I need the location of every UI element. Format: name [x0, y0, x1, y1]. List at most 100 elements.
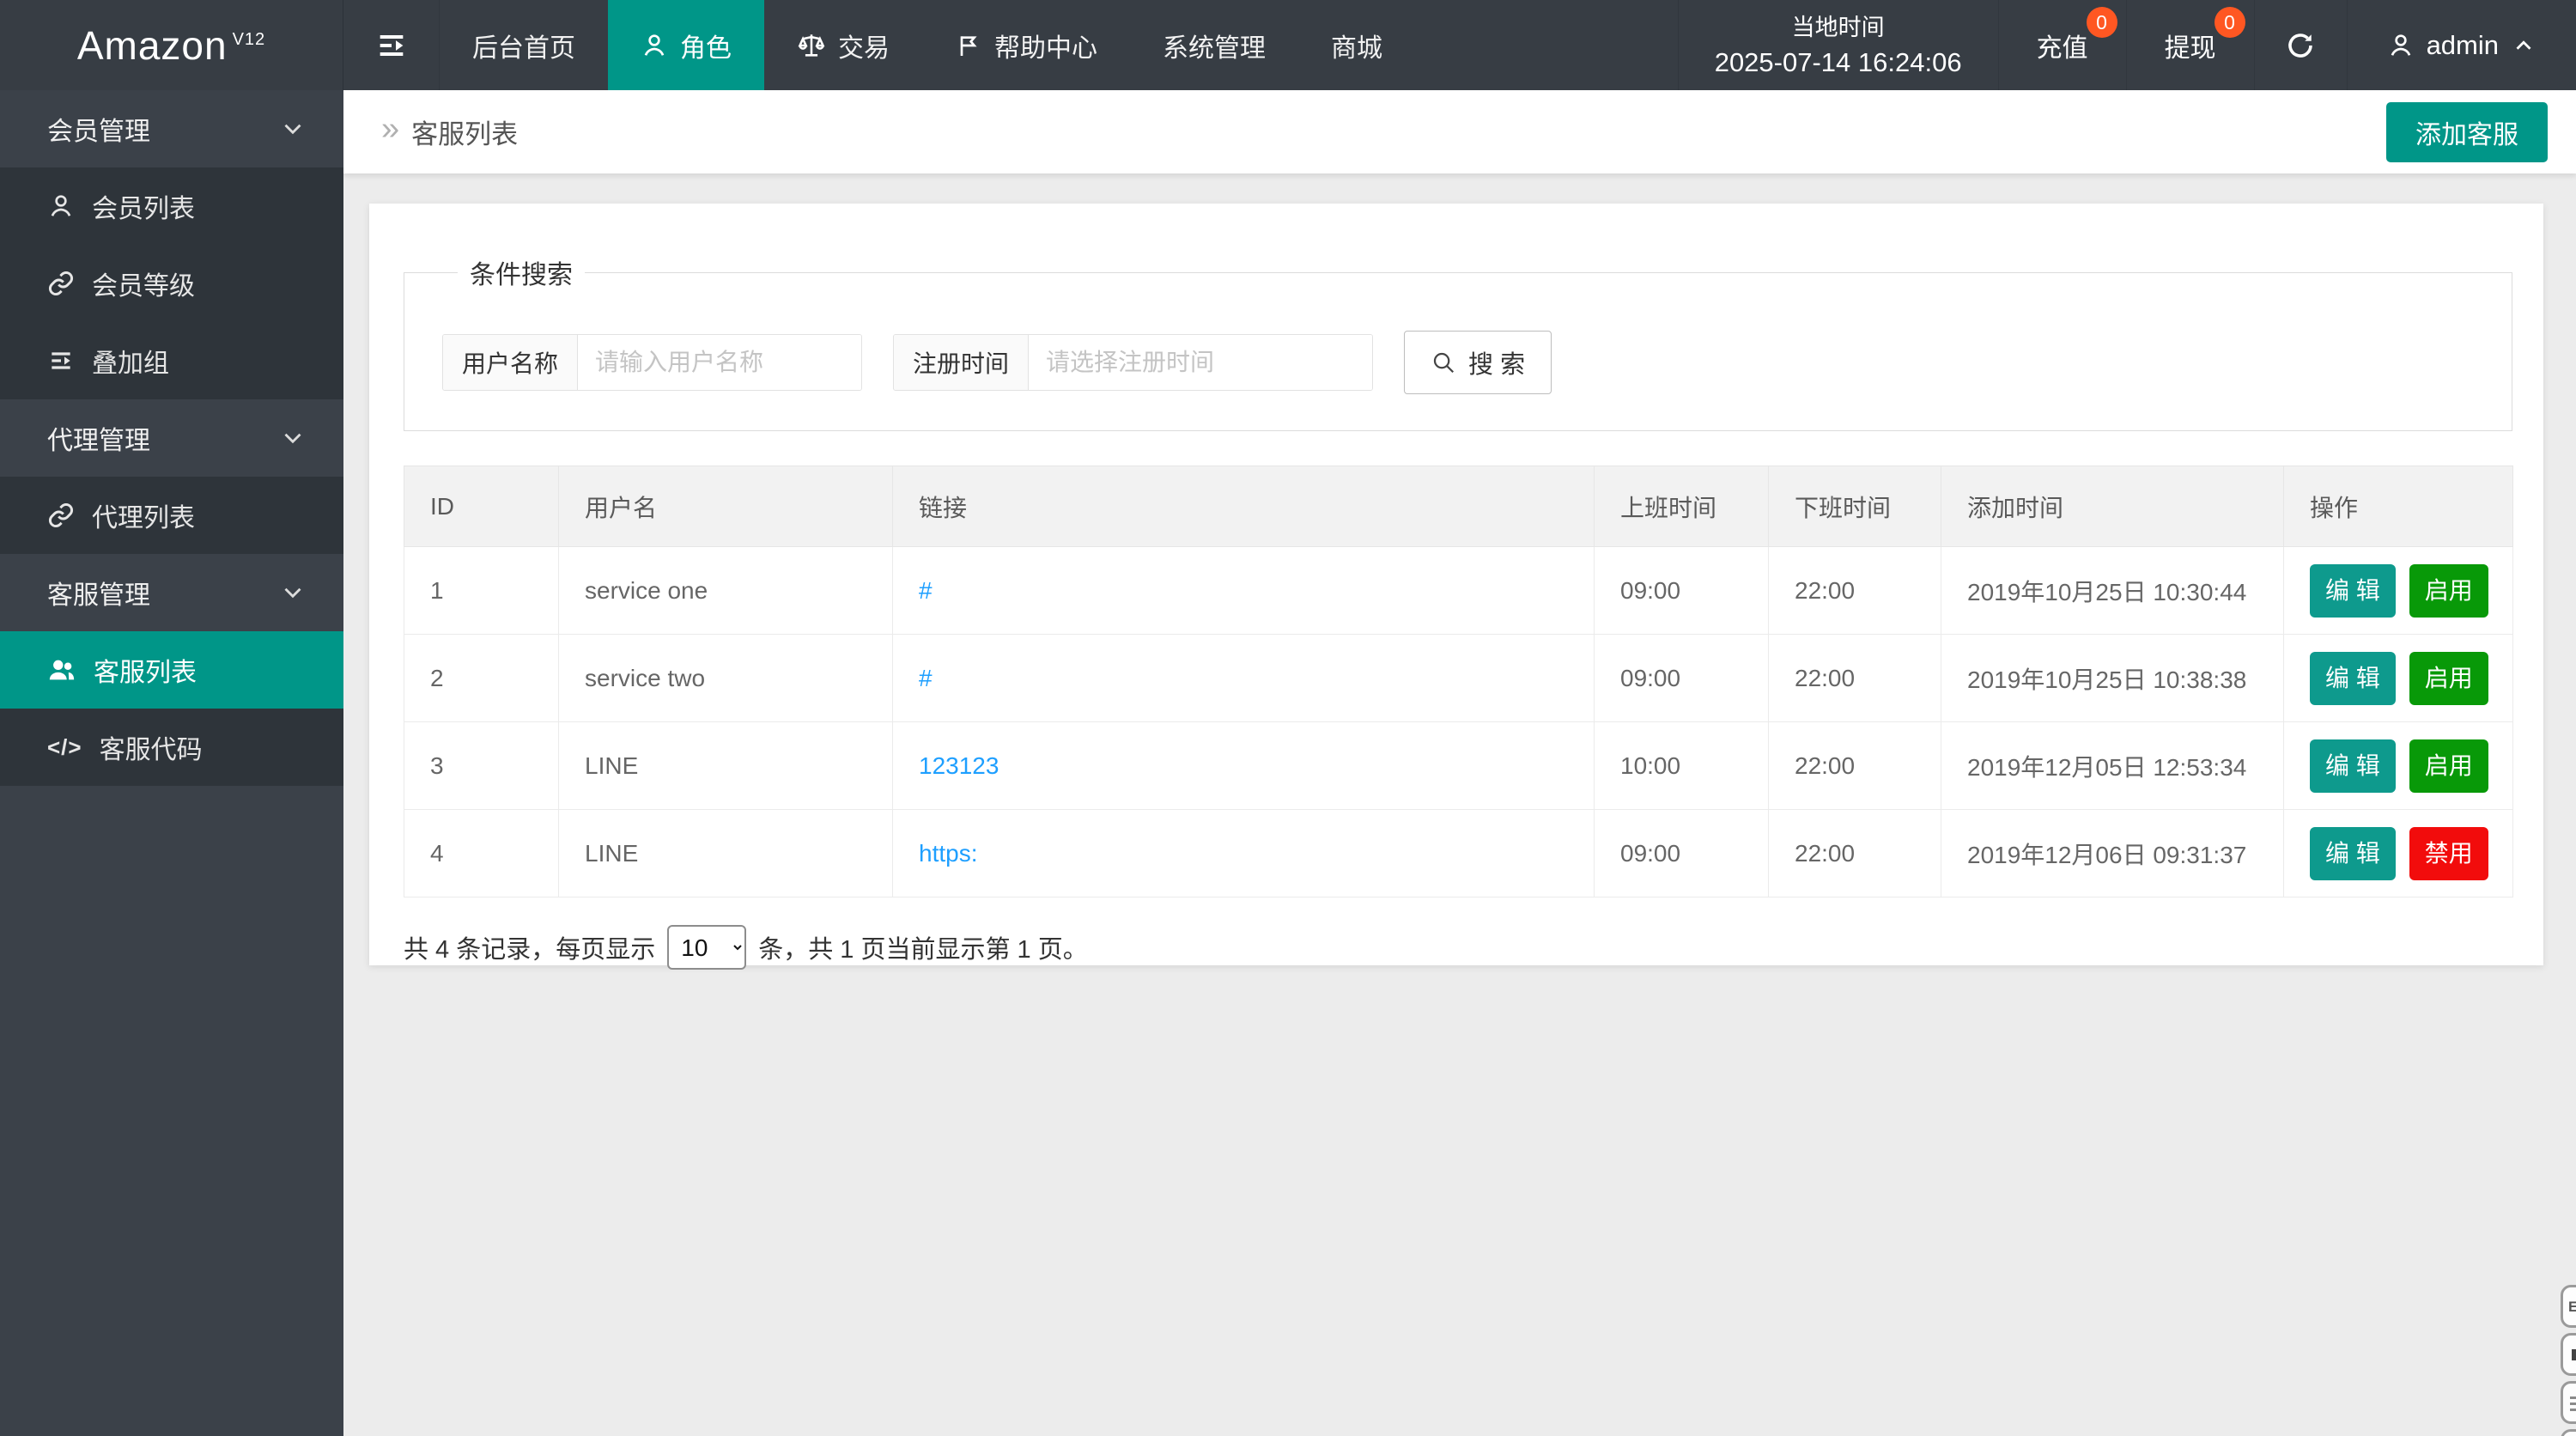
- cell-start-time: 09:00: [1594, 809, 1769, 898]
- nav-item-label: 帮助中心: [994, 33, 1097, 63]
- cell-username: LINE: [558, 721, 893, 810]
- withdraw-button[interactable]: 提现 0: [2127, 0, 2255, 90]
- search-icon: [1433, 352, 1455, 374]
- sidebar: 会员管理 会员列表 会员等级 叠加组 代理管理 代理列表 客服管理 客服列表 <…: [0, 90, 343, 1436]
- recharge-button[interactable]: 充值 0: [1999, 0, 2127, 90]
- sidebar-item-label: 代理列表: [92, 504, 195, 532]
- sidebar-item-service-list[interactable]: 客服列表: [0, 631, 343, 709]
- nav-item-trade[interactable]: 交易: [764, 0, 922, 90]
- sidebar-group-label: 会员管理: [47, 118, 150, 146]
- search-legend: 条件搜索: [470, 261, 573, 289]
- recharge-badge: 0: [2086, 7, 2117, 38]
- enable-button[interactable]: 启用: [2409, 563, 2488, 618]
- sidebar-item-member-level[interactable]: 会员等级: [0, 245, 343, 322]
- cell-end-time: 22:00: [1768, 809, 1941, 898]
- sidebar-item-service-code[interactable]: </> 客服代码: [0, 709, 343, 786]
- sidebar-item-label: 会员列表: [92, 195, 195, 223]
- chevron-up-icon: [2516, 40, 2531, 50]
- col-header-id: ID: [404, 465, 559, 547]
- widget-extra-button[interactable]: [2561, 1429, 2576, 1436]
- nav-item-dashboard[interactable]: 后台首页: [440, 0, 608, 90]
- logo-name: Amazon: [76, 22, 228, 68]
- service-link[interactable]: https:: [919, 840, 977, 867]
- top-navbar: Amazon V12 后台首页 角色 交易 帮助中心 系统管理 商城 当地时间 2…: [0, 0, 2576, 90]
- edit-button[interactable]: 编 辑: [2310, 563, 2396, 618]
- code-icon: </>: [47, 733, 82, 760]
- service-list-card: 条件搜索 用户名称 注册时间 搜 索: [369, 204, 2543, 970]
- sidebar-group-agents[interactable]: 代理管理: [0, 399, 343, 477]
- username-input[interactable]: [578, 335, 862, 390]
- breadcrumb-chevrons-icon: »: [381, 111, 400, 147]
- cell-added-time: 2019年10月25日 10:38:38: [1941, 634, 2284, 722]
- disable-button[interactable]: 禁用: [2409, 826, 2488, 880]
- cell-added-time: 2019年12月06日 09:31:37: [1941, 809, 2284, 898]
- enable-button[interactable]: 启用: [2409, 739, 2488, 793]
- service-link[interactable]: #: [919, 577, 933, 604]
- users-icon: [49, 660, 75, 680]
- cell-start-time: 09:00: [1594, 546, 1769, 635]
- sidebar-toggle-button[interactable]: [343, 0, 440, 90]
- sidebar-item-agent-list[interactable]: 代理列表: [0, 477, 343, 554]
- link-icon: [49, 503, 73, 527]
- withdraw-badge: 0: [2214, 7, 2245, 38]
- nav-item-label: 交易: [838, 33, 890, 63]
- translate-widget-button[interactable]: EN: [2561, 1285, 2576, 1328]
- cell-added-time: 2019年12月05日 12:53:34: [1941, 721, 2284, 810]
- sidebar-group-members[interactable]: 会员管理: [0, 90, 343, 167]
- edit-button[interactable]: 编 辑: [2310, 651, 2396, 705]
- nav-item-roles[interactable]: 角色: [608, 0, 764, 90]
- col-header-link: 链接: [892, 465, 1595, 547]
- breadcrumb-bar: » 客服列表 添加客服: [343, 90, 2576, 173]
- service-link[interactable]: #: [919, 665, 933, 691]
- cell-end-time: 22:00: [1768, 634, 1941, 722]
- cell-start-time: 09:00: [1594, 634, 1769, 722]
- service-table: ID 用户名 链接 上班时间 下班时间 添加时间 操作 1 service on…: [404, 465, 2513, 898]
- service-link[interactable]: 123123: [919, 752, 999, 779]
- sidebar-item-member-list[interactable]: 会员列表: [0, 167, 343, 245]
- user-menu[interactable]: admin: [2348, 0, 2576, 90]
- search-fieldset: 条件搜索 用户名称 注册时间 搜 索: [404, 253, 2512, 431]
- nav-item-label: 商城: [1331, 33, 1382, 63]
- cell-start-time: 10:00: [1594, 721, 1769, 810]
- page-size-select[interactable]: 10: [667, 925, 747, 970]
- refresh-icon: [2288, 33, 2312, 58]
- sidebar-item-label: 会员等级: [92, 272, 195, 301]
- pagination-suffix-text: 条，共 1 页当前显示第 1 页。: [758, 936, 1088, 964]
- withdraw-label: 提现: [2164, 33, 2216, 63]
- search-button-label: 搜 索: [1468, 351, 1526, 379]
- sidebar-item-label: 叠加组: [92, 350, 169, 378]
- person-icon: [644, 33, 665, 56]
- nav-item-label: 系统管理: [1163, 33, 1266, 63]
- add-service-button[interactable]: 添加客服: [2386, 102, 2548, 162]
- flag-icon: [960, 35, 977, 56]
- edit-button[interactable]: 编 辑: [2310, 739, 2396, 793]
- app-logo: Amazon V12: [0, 0, 343, 90]
- cell-id: 2: [404, 634, 559, 722]
- recharge-label: 充值: [2036, 33, 2088, 63]
- sidebar-item-label: 客服列表: [94, 659, 197, 687]
- app-logo-text: Amazon V12: [77, 22, 265, 69]
- local-time-label: 当地时间: [1791, 14, 1885, 40]
- enable-button[interactable]: 启用: [2409, 651, 2488, 705]
- nav-item-help-center[interactable]: 帮助中心: [922, 0, 1130, 90]
- widget-menu-button[interactable]: [2561, 1381, 2576, 1424]
- edit-button[interactable]: 编 辑: [2310, 826, 2396, 880]
- breadcrumb: 客服列表: [411, 119, 519, 149]
- nav-item-mall[interactable]: 商城: [1298, 0, 1415, 90]
- table-row: 4 LINE https: 09:00 22:00 2019年12月06日 09…: [404, 809, 2513, 898]
- cell-id: 3: [404, 721, 559, 810]
- widget-square-button[interactable]: [2561, 1333, 2576, 1376]
- sidebar-group-service[interactable]: 客服管理: [0, 554, 343, 631]
- regtime-input-group: 注册时间: [893, 334, 1374, 391]
- sidebar-item-stack-group[interactable]: 叠加组: [0, 322, 343, 399]
- col-header-actions: 操作: [2283, 465, 2513, 547]
- regtime-input[interactable]: [1029, 335, 1373, 390]
- language-label: EN: [2568, 1298, 2576, 1315]
- person-icon: [51, 195, 71, 216]
- nav-item-system[interactable]: 系统管理: [1130, 0, 1298, 90]
- table-row: 1 service one # 09:00 22:00 2019年10月25日 …: [404, 546, 2513, 635]
- refresh-button[interactable]: [2255, 0, 2348, 90]
- list-arrow-icon: [52, 352, 70, 369]
- search-button[interactable]: 搜 索: [1404, 331, 1552, 394]
